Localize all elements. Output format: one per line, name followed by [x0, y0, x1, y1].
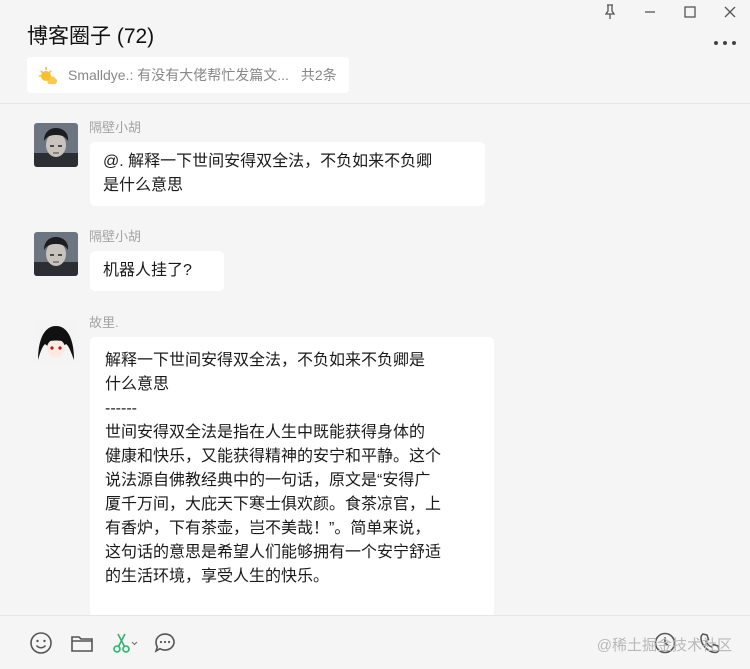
message-line: @. 解释一下世间安得双全法，不负如来不负卿 [103, 153, 433, 170]
sender-name: 隔壁小胡 [89, 229, 142, 244]
message-line: ------ [105, 400, 137, 417]
message-line: 健康和快乐，又能获得精神的安宁和平静。这个 [105, 448, 442, 465]
pin-icon[interactable] [590, 0, 630, 24]
message-line: 这句话的意思是希望人们能够拥有一个安宁舒适 [105, 544, 442, 561]
notice-count[interactable]: 共2条 [301, 65, 337, 85]
chat-bubble-icon[interactable] [152, 630, 178, 656]
window-controls [590, 0, 750, 24]
input-toolbar: @稀土掘金技术社区 [0, 615, 750, 669]
folder-icon[interactable] [69, 630, 95, 656]
group-notice-bar[interactable]: Smalldye.: 有没有大佬帮忙发篇文... 共2条 [27, 57, 349, 93]
sender-name: 隔壁小胡 [89, 120, 142, 135]
message-line: 什么意思 [105, 376, 170, 393]
message-list[interactable]: 隔壁小胡 @. 解释一下世间安得双全法，不负如来不负卿 是什么意思 隔壁小胡 机… [0, 105, 750, 615]
maximize-icon[interactable] [670, 0, 710, 24]
sender-name: 故里. [89, 315, 119, 330]
message-item: 故里. 解释一下世间安得双全法，不负如来不负卿是 什么意思 ------ 世间安… [34, 312, 514, 615]
chat-title: 博客圈子 (72) [27, 25, 155, 48]
avatar[interactable] [34, 123, 78, 167]
message-line: 机器人挂了? [103, 262, 192, 279]
message-line: 是什么意思 [103, 177, 184, 194]
message-line: 说法源自佛教经典中的一句话，原文是“安得广 [105, 472, 431, 489]
message-bubble[interactable]: 机器人挂了? [90, 251, 224, 291]
message-line: 的生活环境，享受人生的快乐。 [105, 568, 330, 585]
message-bubble[interactable]: @. 解释一下世间安得双全法，不负如来不负卿 是什么意思 [90, 142, 485, 206]
message-line: 厦千万间，大庇天下寒士俱欢颜。食茶凉官，上 [105, 496, 442, 513]
message-bubble[interactable]: 解释一下世间安得双全法，不负如来不负卿是 什么意思 ------ 世间安得双全法… [90, 337, 494, 615]
notice-text: Smalldye.: 有没有大佬帮忙发篇文... [68, 67, 289, 83]
avatar[interactable] [34, 232, 78, 276]
message-line: 有香炉，下有茶壶，岂不美哉！”。简单来说， [105, 520, 431, 537]
close-icon[interactable] [710, 0, 750, 24]
message-line: 解释一下世间安得双全法，不负如来不负卿是 [105, 352, 426, 369]
minimize-icon[interactable] [630, 0, 670, 24]
avatar[interactable] [34, 320, 78, 364]
chat-header: 博客圈子 (72) Smalldye.: 有没有大佬帮忙发篇文... 共2条 [0, 0, 750, 104]
message-item: 隔壁小胡 @. 解释一下世间安得双全法，不负如来不负卿 是什么意思 [34, 117, 534, 217]
notice-sun-icon [37, 64, 59, 86]
scissors-icon[interactable] [110, 630, 140, 656]
watermark: @稀土掘金技术社区 [596, 637, 732, 654]
message-line: 世间安得双全法是指在人生中既能获得身体的 [105, 424, 426, 441]
message-item: 隔壁小胡 机器人挂了? [34, 226, 334, 306]
more-options-button[interactable] [714, 36, 736, 50]
emoji-icon[interactable] [28, 630, 54, 656]
